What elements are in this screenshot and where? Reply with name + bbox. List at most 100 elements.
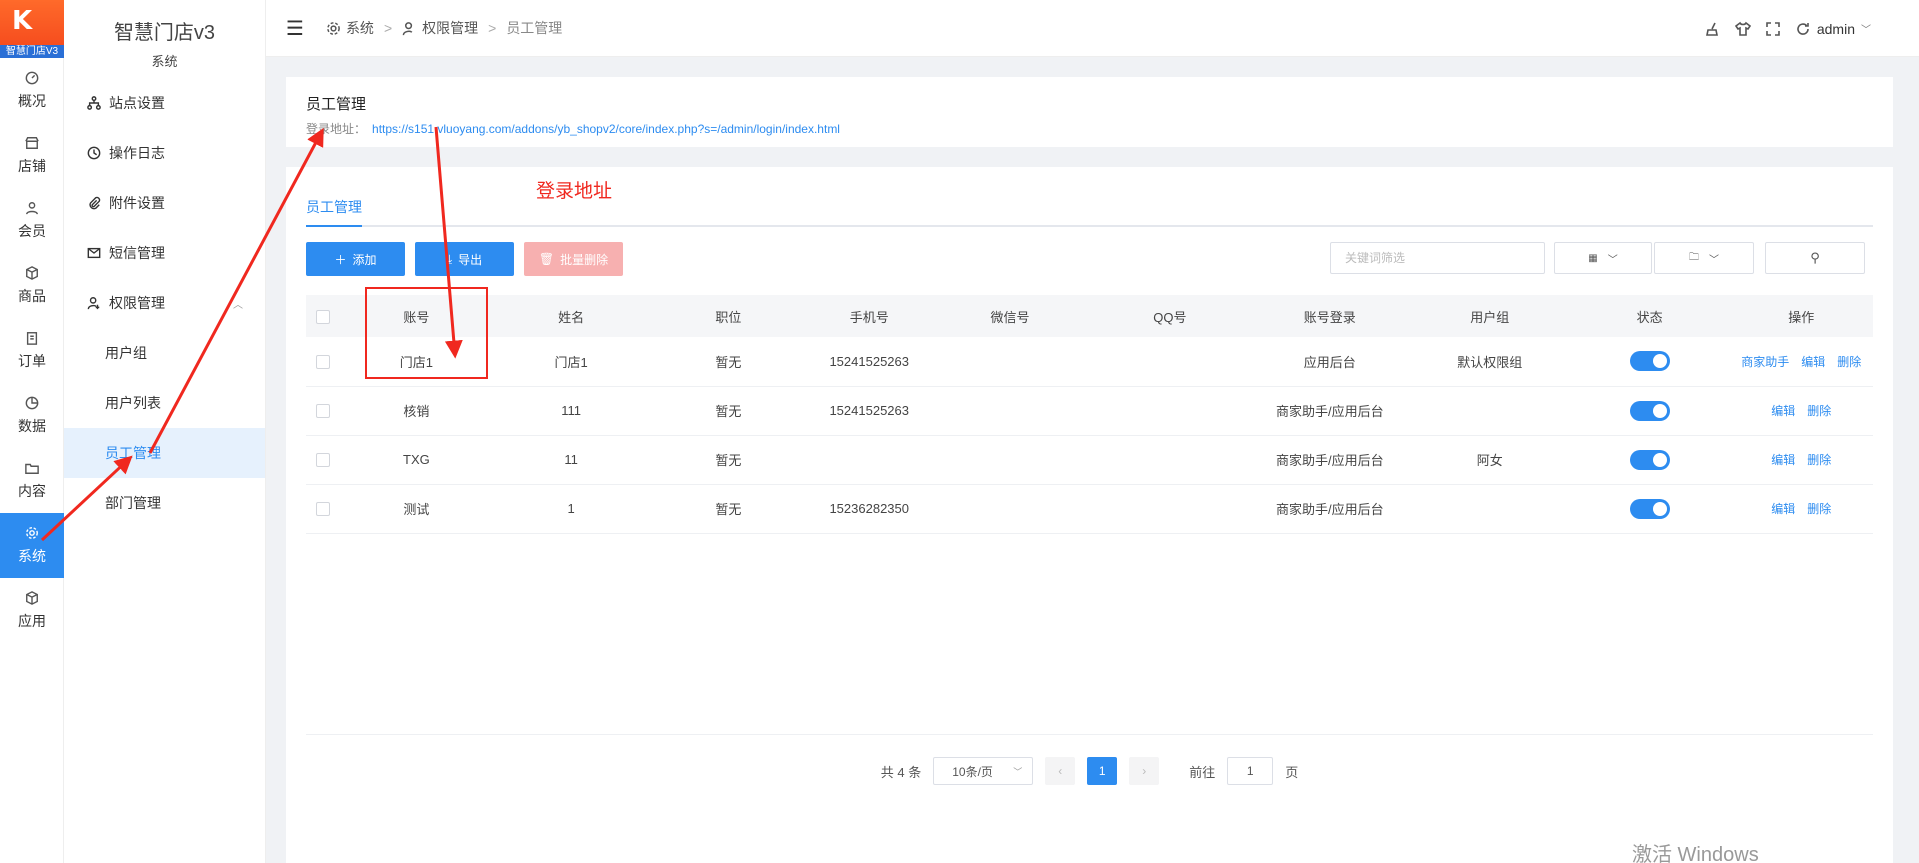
menu-item-attachment-settings[interactable]: 附件设置 [64, 178, 265, 228]
page-number-current[interactable]: 1 [1087, 757, 1118, 785]
col-phone: 手机号 [808, 295, 931, 337]
cell-position: 暂无 [648, 386, 809, 436]
status-toggle[interactable] [1629, 498, 1670, 519]
merchant-assistant-link[interactable]: 商家助手 [1741, 355, 1789, 369]
rail-item-label: 店铺 [18, 157, 46, 174]
edit-link[interactable]: 编辑 [1771, 502, 1795, 516]
user-menu[interactable]: admin ﹀ [1795, 21, 1871, 37]
cell-actions: 商家助手 编辑 删除 [1729, 337, 1873, 387]
export-button-label: 导出 [458, 252, 483, 267]
batch-delete-button[interactable]: 🗑 批量删除 [524, 242, 623, 276]
col-account: 账号 [339, 295, 494, 337]
keyword-filter-input[interactable]: 关键词筛选 [1330, 242, 1545, 274]
select-all-checkbox[interactable] [315, 309, 330, 324]
rail-item-app[interactable]: 应用 [0, 578, 64, 643]
delete-link[interactable]: 删除 [1837, 355, 1861, 369]
rail-item-label: 概况 [18, 92, 46, 109]
broom-icon[interactable] [1705, 21, 1721, 37]
mail-icon [87, 247, 101, 259]
fullscreen-icon[interactable] [1765, 21, 1781, 37]
cell-wechat [930, 337, 1090, 387]
rail-item-data[interactable]: 数据 [0, 383, 64, 448]
status-toggle[interactable] [1629, 449, 1670, 470]
folder-dropdown[interactable]: 🗀 ﹀ [1654, 242, 1754, 274]
rail-item-goods[interactable]: 商品 [0, 253, 64, 318]
staff-list-card: 员工管理 ＋ 添加 ⤓ 导出 🗑 批量删除 关键词筛选 ▦ ﹀ 🗀 ﹀ ⚲ 账号 姓… [286, 167, 1893, 863]
chevron-down-icon: ﹀ [1861, 25, 1871, 36]
login-address-link[interactable]: https://s151.vluoyang.com/addons/yb_shop… [372, 122, 840, 136]
total-count: 共 4 条 [880, 764, 922, 780]
menu-item-operation-log[interactable]: 操作日志 [64, 128, 265, 178]
export-button[interactable]: ⤓ 导出 [415, 242, 514, 276]
breadcrumb-item[interactable]: 权限管理 [422, 18, 478, 38]
refresh-icon [1797, 22, 1809, 35]
col-group: 用户组 [1409, 295, 1570, 337]
cell-login: 应用后台 [1249, 337, 1410, 387]
prev-page-button[interactable]: ‹ [1045, 757, 1076, 785]
menu-sub-department-management[interactable]: 部门管理 [64, 478, 265, 528]
breadcrumb: 系统 > 权限管理 > 员工管理 [326, 18, 562, 38]
row-checkbox[interactable] [315, 502, 330, 517]
menu-item-permission-management[interactable]: 权限管理 ︿ [64, 278, 265, 328]
cell-status [1569, 435, 1730, 485]
breadcrumb-item[interactable]: 系统 [346, 18, 374, 38]
rail-item-content[interactable]: 内容 [0, 448, 64, 513]
grid-view-dropdown[interactable]: ▦ ﹀ [1554, 242, 1652, 274]
col-login: 账号登录 [1249, 295, 1410, 337]
row-select-cell [306, 386, 339, 436]
gear-icon [26, 526, 38, 539]
col-qq: QQ号 [1089, 295, 1250, 337]
rail-item-overview[interactable]: 概况 [0, 58, 64, 123]
edit-link[interactable]: 编辑 [1801, 355, 1825, 369]
row-select-cell [306, 435, 339, 485]
goto-page-input[interactable]: 1 [1227, 757, 1274, 785]
menu-sub-user-list[interactable]: 用户列表 [64, 378, 265, 428]
page-size-value: 10条/页 [952, 764, 993, 779]
cell-position: 暂无 [648, 484, 809, 534]
top-right-actions: admin ﹀ [1705, 0, 1871, 57]
menu-sub-staff-management[interactable]: 员工管理 [64, 428, 265, 478]
goto-label: 前往 [1189, 764, 1216, 780]
table-row: 门店1 门店1 暂无 15241525263 应用后台 默认权限组 商家助手 编辑… [306, 337, 1873, 387]
status-toggle[interactable] [1629, 351, 1670, 372]
menu-item-label: 站点设置 [109, 95, 165, 111]
row-checkbox[interactable] [315, 453, 330, 468]
row-checkbox[interactable] [315, 355, 330, 370]
col-position: 职位 [648, 295, 809, 337]
rail-item-label: 订单 [18, 352, 46, 369]
cell-qq [1089, 435, 1250, 485]
breadcrumb-separator: > [488, 20, 497, 36]
search-button[interactable]: ⚲ [1765, 242, 1865, 274]
tab-staff-management[interactable]: 员工管理 [306, 197, 362, 227]
sidebar-title: 智慧门店v3 [113, 22, 216, 44]
delete-link[interactable]: 删除 [1807, 453, 1831, 467]
app-logo[interactable]: K 智慧门店V3 [0, 0, 64, 58]
cell-phone: 15241525263 [808, 337, 931, 387]
add-button[interactable]: ＋ 添加 [306, 242, 405, 276]
menu-item-site-settings[interactable]: 站点设置 [64, 78, 265, 128]
edit-link[interactable]: 编辑 [1771, 404, 1795, 418]
rail-item-store[interactable]: 店铺 [0, 123, 64, 188]
cell-group: 阿女 [1409, 435, 1570, 485]
add-button-label: 添加 [352, 252, 377, 267]
rail-item-member[interactable]: 会员 [0, 188, 64, 253]
plus-icon: ＋ [334, 252, 347, 267]
page-size-select[interactable]: 10条/页 ﹀ [933, 757, 1034, 785]
shirt-icon[interactable] [1734, 21, 1751, 37]
status-toggle[interactable] [1629, 400, 1670, 421]
next-page-button[interactable]: › [1129, 757, 1160, 785]
delete-link[interactable]: 删除 [1807, 404, 1831, 418]
menu-sub-user-group[interactable]: 用户组 [64, 328, 265, 378]
box-icon [26, 265, 38, 280]
rail-item-order[interactable]: 订单 [0, 318, 64, 383]
menu-item-sms-management[interactable]: 短信管理 [64, 228, 265, 278]
username: admin [1816, 20, 1855, 37]
batch-delete-label: 批量删除 [560, 252, 609, 267]
menu-toggle-icon[interactable]: ☰ [286, 16, 304, 41]
pager-divider [306, 734, 1873, 735]
edit-link[interactable]: 编辑 [1771, 453, 1795, 467]
rail-item-system[interactable]: 系统 [0, 513, 64, 578]
user-key-icon [87, 297, 100, 310]
delete-link[interactable]: 删除 [1807, 502, 1831, 516]
row-checkbox[interactable] [315, 404, 330, 419]
